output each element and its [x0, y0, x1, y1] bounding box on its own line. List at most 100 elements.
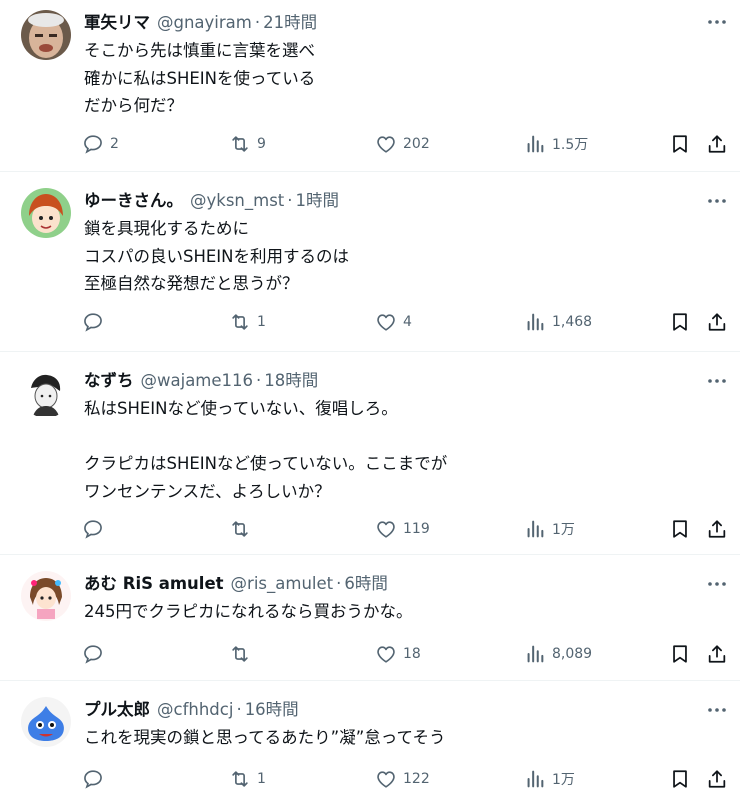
avatar[interactable]	[21, 10, 71, 60]
reply-icon	[82, 133, 104, 155]
bookmark-button[interactable]	[669, 766, 691, 792]
share-button[interactable]	[706, 641, 728, 667]
retweet-count: 9	[257, 136, 266, 152]
retweet-button[interactable]: 9	[229, 131, 266, 157]
separator-dot: ·	[254, 13, 261, 32]
user-handle[interactable]: @wajame116	[141, 371, 254, 391]
bookmark-icon	[669, 518, 691, 540]
retweet-button[interactable]: 1	[229, 309, 266, 335]
bookmark-button[interactable]	[669, 516, 691, 542]
post[interactable]: あむ RiS amulet @ris_amulet · 6時間 245円でクラピ…	[0, 555, 740, 681]
views-button[interactable]: 1.5万	[524, 131, 588, 157]
heart-icon	[375, 518, 397, 540]
like-button[interactable]: 18	[375, 641, 421, 667]
like-button[interactable]: 202	[375, 131, 430, 157]
reply-icon	[82, 643, 104, 665]
post-time[interactable]: 21時間	[263, 13, 317, 33]
retweet-button[interactable]	[229, 641, 257, 667]
views-icon	[524, 768, 546, 790]
reply-count: 2	[110, 136, 119, 152]
views-count: 1,468	[552, 314, 593, 330]
bookmark-button[interactable]	[669, 131, 691, 157]
share-button[interactable]	[706, 131, 728, 157]
post-time[interactable]: 6時間	[344, 574, 388, 594]
views-count: 8,089	[552, 646, 593, 662]
user-handle[interactable]: @gnayiram	[157, 13, 252, 33]
user-handle[interactable]: @cfhhdcj	[157, 700, 233, 720]
user-handle[interactable]: @ris_amulet	[231, 574, 334, 594]
like-count: 122	[403, 771, 430, 787]
bookmark-icon	[669, 643, 691, 665]
views-button[interactable]: 1,468	[524, 309, 592, 335]
like-count: 4	[403, 314, 412, 330]
reply-button[interactable]	[82, 516, 110, 542]
separator-dot: ·	[336, 574, 342, 593]
reply-icon	[82, 518, 104, 540]
action-bar: 119 1万	[80, 516, 740, 542]
reply-button[interactable]	[82, 766, 110, 792]
heart-icon	[375, 133, 397, 155]
separator-dot: ·	[256, 371, 262, 390]
retweet-button[interactable]: 1	[229, 766, 266, 792]
more-icon[interactable]	[707, 700, 727, 720]
user-handle[interactable]: @yksn_mst	[190, 191, 284, 211]
like-button[interactable]: 4	[375, 309, 412, 335]
retweet-count: 1	[257, 771, 266, 787]
display-name[interactable]: あむ RiS amulet	[84, 574, 224, 594]
reply-icon	[82, 768, 104, 790]
share-button[interactable]	[706, 766, 728, 792]
bookmark-icon	[669, 133, 691, 155]
retweet-icon	[229, 643, 251, 665]
post-text: 鎖を具現化するために コスパの良いSHEINを利用するのは 至極自然な発想だと思…	[84, 219, 350, 293]
retweet-icon	[229, 768, 251, 790]
display-name[interactable]: 軍矢リマ	[84, 13, 150, 33]
reply-button[interactable]	[82, 309, 110, 335]
heart-icon	[375, 643, 397, 665]
bookmark-button[interactable]	[669, 641, 691, 667]
views-count: 1.5万	[552, 137, 589, 153]
post-time[interactable]: 1時間	[296, 191, 340, 211]
bookmark-icon	[669, 768, 691, 790]
share-button[interactable]	[706, 309, 728, 335]
like-count: 18	[403, 646, 421, 662]
views-button[interactable]: 1万	[524, 766, 575, 792]
share-icon	[706, 768, 728, 790]
views-button[interactable]: 8,089	[524, 641, 592, 667]
post-time[interactable]: 18時間	[264, 371, 318, 391]
more-icon[interactable]	[707, 371, 727, 391]
like-button[interactable]: 122	[375, 766, 430, 792]
post[interactable]: 軍矢リマ @gnayiram · 21時間 そこから先は慎重に言葉を選べ 確かに…	[0, 0, 740, 172]
post-text: そこから先は慎重に言葉を選べ 確かに私はSHEINを使っている だから何だ？	[84, 41, 316, 115]
more-icon[interactable]	[707, 574, 727, 594]
display-name[interactable]: なずち	[84, 371, 134, 391]
heart-icon	[375, 768, 397, 790]
action-bar: 1 122 1万	[80, 766, 740, 792]
more-icon[interactable]	[707, 191, 727, 211]
like-button[interactable]: 119	[375, 516, 430, 542]
separator-dot: ·	[236, 700, 242, 719]
like-count: 119	[403, 521, 430, 537]
share-icon	[706, 643, 728, 665]
avatar[interactable]	[21, 188, 71, 238]
bookmark-button[interactable]	[669, 309, 691, 335]
reply-button[interactable]	[82, 641, 110, 667]
display-name[interactable]: プル太郎	[84, 700, 150, 720]
avatar[interactable]	[21, 571, 71, 621]
more-icon[interactable]	[707, 12, 727, 32]
views-button[interactable]: 1万	[524, 516, 575, 542]
post[interactable]: ゆーきさん。 @yksn_mst · 1時間 鎖を具現化するために コスパの良い…	[0, 172, 740, 352]
retweet-button[interactable]	[229, 516, 257, 542]
share-button[interactable]	[706, 516, 728, 542]
post[interactable]: プル太郎 @cfhhdcj · 16時間 これを現実の鎖と思ってるあたり”凝”怠…	[0, 681, 740, 795]
avatar[interactable]	[21, 697, 71, 747]
post-time[interactable]: 16時間	[245, 700, 299, 720]
avatar[interactable]	[21, 368, 71, 418]
share-icon	[706, 133, 728, 155]
reply-button[interactable]: 2	[82, 131, 119, 157]
views-count: 1万	[552, 522, 575, 538]
views-icon	[524, 643, 546, 665]
post[interactable]: なずち @wajame116 · 18時間 私はSHEINなど使っていない、復唱…	[0, 352, 740, 555]
display-name[interactable]: ゆーきさん。	[84, 191, 183, 211]
views-icon	[524, 133, 546, 155]
post-text: これを現実の鎖と思ってるあたり”凝”怠ってそう	[84, 728, 446, 747]
